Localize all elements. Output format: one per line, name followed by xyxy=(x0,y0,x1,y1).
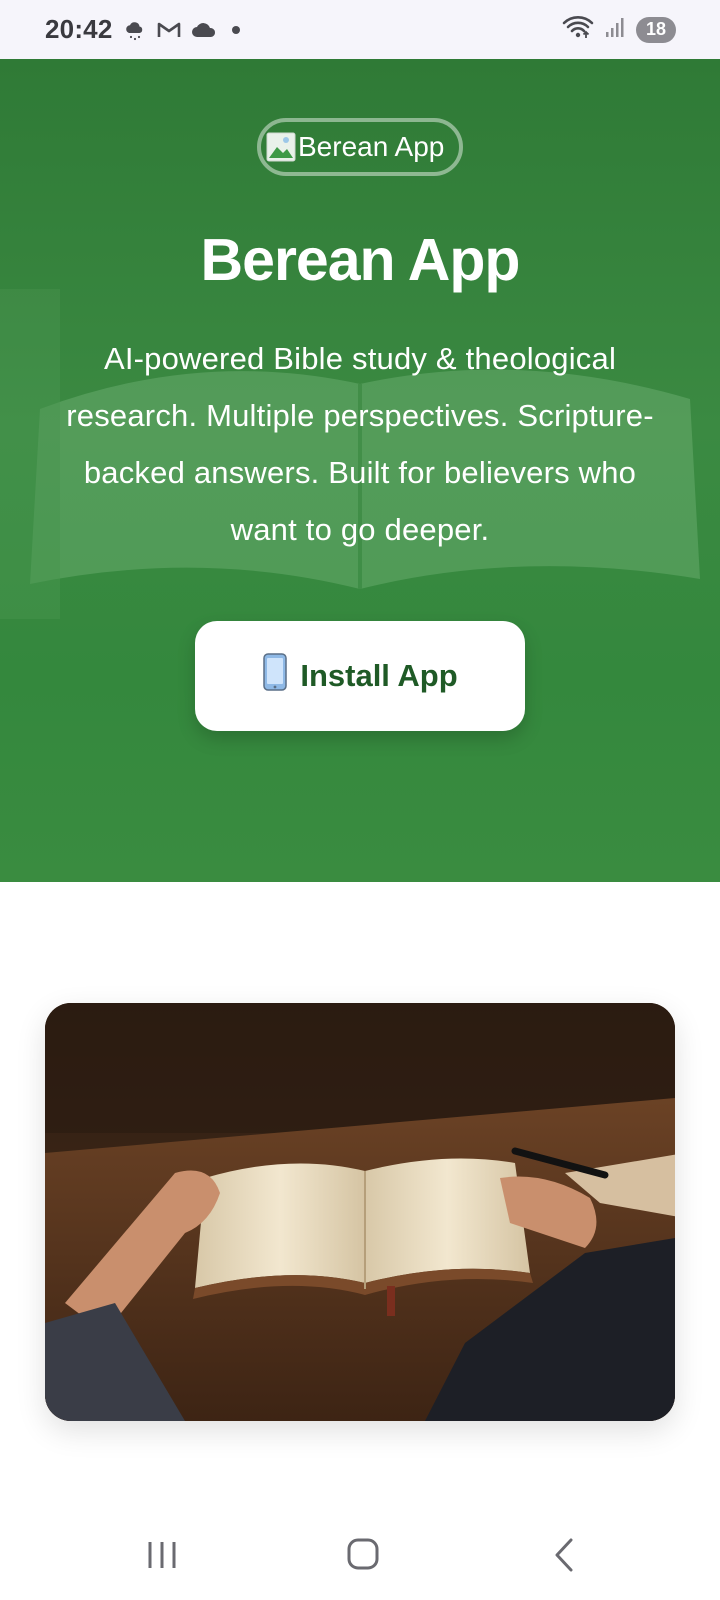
hero-description: AI-powered Bible study & theological res… xyxy=(66,341,654,547)
recent-apps-icon[interactable] xyxy=(132,1532,192,1578)
back-icon[interactable] xyxy=(535,1532,595,1578)
signal-icon xyxy=(604,15,626,44)
wifi-icon xyxy=(562,14,594,45)
broken-image-icon xyxy=(266,132,296,162)
install-app-label: Install App xyxy=(300,658,458,693)
hero-section: Berean App Berean App AI-powered Bible s… xyxy=(0,59,720,882)
open-bible-on-desk-image xyxy=(45,1003,675,1421)
battery-indicator: 18 xyxy=(636,16,676,43)
install-app-button[interactable]: Install App xyxy=(195,621,525,731)
weather-cloud-icon xyxy=(123,18,147,42)
logo-pill: Berean App xyxy=(257,118,463,176)
system-nav-bar xyxy=(0,1510,720,1600)
logo-alt-text: Berean App xyxy=(298,131,445,162)
home-icon[interactable] xyxy=(333,1532,393,1578)
page-title: Berean App xyxy=(200,227,521,293)
status-time: 20:42 xyxy=(45,14,113,44)
status-bar: 20:42 18 xyxy=(0,0,720,59)
dot-icon xyxy=(226,20,246,40)
cloud-icon xyxy=(191,21,217,39)
mobile-phone-icon xyxy=(262,653,288,699)
gmail-icon xyxy=(156,20,182,40)
